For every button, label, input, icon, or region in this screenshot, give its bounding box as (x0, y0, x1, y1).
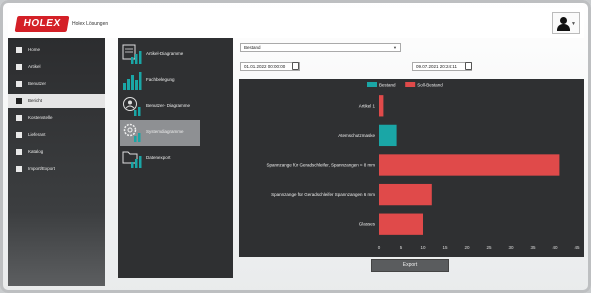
bar (379, 154, 560, 176)
top-bar: HOLEX Holex Lösungen ▼ (8, 8, 584, 38)
folder-icon (16, 115, 22, 121)
sidebar-item-lieferant[interactable]: Lieferant (8, 128, 105, 142)
sidebar: Home Artikel Benutzer Bericht Kostenstel… (8, 38, 105, 286)
sidebar-item-artikel[interactable]: Artikel (8, 60, 105, 74)
category-label: Spannzange für Geradschleifer, Spannzang… (266, 163, 375, 168)
bar-chart: Bestand Soll-Bestand 0 5 10 15 20 25 30 35 40 45 Art… (239, 79, 584, 257)
date-from-field[interactable]: 01.01.2022 00:00:00 (240, 62, 300, 71)
bar (379, 213, 423, 235)
gear-chart-icon (123, 123, 141, 142)
sidebar-item-home[interactable]: Home (8, 43, 105, 57)
bar-chart-icon (122, 44, 142, 64)
date-to-field[interactable]: 09.07.2021 20:24:11 (412, 62, 472, 71)
calendar-icon[interactable] (292, 62, 299, 70)
chart-canvas: Bestand Soll-Bestand 0 5 10 15 20 25 30 35 40 45 Art… (266, 82, 580, 250)
report-systemdiagramme[interactable]: Systemdiagramme (120, 120, 200, 146)
legend-swatch (405, 82, 416, 87)
grid-icon (16, 64, 22, 70)
holex-logo[interactable]: HOLEX (14, 16, 70, 32)
legend-label: Soll-Bestand (417, 83, 443, 88)
x-tick-label: 40 (552, 245, 558, 250)
bar (379, 124, 397, 147)
sidebar-item-bericht[interactable]: Bericht (8, 94, 105, 108)
bar (379, 183, 432, 206)
transfer-icon (16, 166, 22, 172)
report-type-select[interactable]: Bestand ▼ (240, 43, 401, 52)
users-icon (16, 81, 22, 87)
report-benutzer-diagramme[interactable]: Benutzer- Diagramme (120, 94, 200, 120)
app-window: HOLEX Holex Lösungen ▼ Home Artikel Benu… (0, 0, 591, 293)
x-tick-label: 30 (508, 245, 514, 250)
report-fachbelegung[interactable]: Fachbelegung (120, 68, 200, 94)
bar-chart-icon (123, 72, 142, 90)
report-artikel-diagramme[interactable]: Artikel-Diagramme (120, 42, 200, 68)
export-button[interactable]: Export (371, 259, 449, 272)
bar (379, 95, 384, 117)
home-icon (16, 47, 22, 53)
user-menu-button[interactable]: ▼ (552, 12, 580, 34)
x-tick-label: 5 (400, 245, 403, 250)
chart-icon (16, 98, 22, 104)
logo-subtitle: Holex Lösungen (72, 21, 109, 27)
sidebar-item-import-export[interactable]: Import/Export (8, 162, 105, 176)
report-datenexport[interactable]: Datenexport (120, 146, 200, 172)
report-list: Artikel-Diagramme Fachbelegung Benutzer-… (118, 38, 233, 278)
category-label: Spannzange für Geradschleifer Spannzange… (271, 192, 375, 197)
sidebar-item-katalog[interactable]: Katalog (8, 145, 105, 159)
legend-swatch (367, 82, 377, 87)
x-tick-label: 20 (464, 245, 470, 250)
x-tick-label: 10 (420, 245, 426, 250)
calendar-icon[interactable] (465, 62, 472, 70)
x-tick-label: 25 (486, 245, 492, 250)
legend-label: Bestand (379, 83, 396, 88)
folder-chart-icon (122, 151, 142, 168)
category-label: Glasses (359, 222, 376, 227)
book-icon (16, 149, 22, 155)
x-tick-label: 45 (574, 245, 580, 250)
user-chart-icon (123, 97, 141, 116)
chevron-down-icon: ▼ (393, 45, 397, 50)
truck-icon (16, 132, 22, 138)
user-icon (560, 17, 567, 24)
sidebar-item-kostenstelle[interactable]: Kostenstelle (8, 111, 105, 125)
category-label: Atemschutzmaske (338, 133, 375, 138)
x-tick-label: 35 (530, 245, 536, 250)
chevron-down-icon: ▼ (571, 21, 576, 27)
sidebar-item-benutzer[interactable]: Benutzer (8, 77, 105, 91)
category-label: Artikel 1 (359, 103, 376, 108)
x-tick-label: 15 (442, 245, 448, 250)
x-tick-label: 0 (378, 245, 381, 250)
